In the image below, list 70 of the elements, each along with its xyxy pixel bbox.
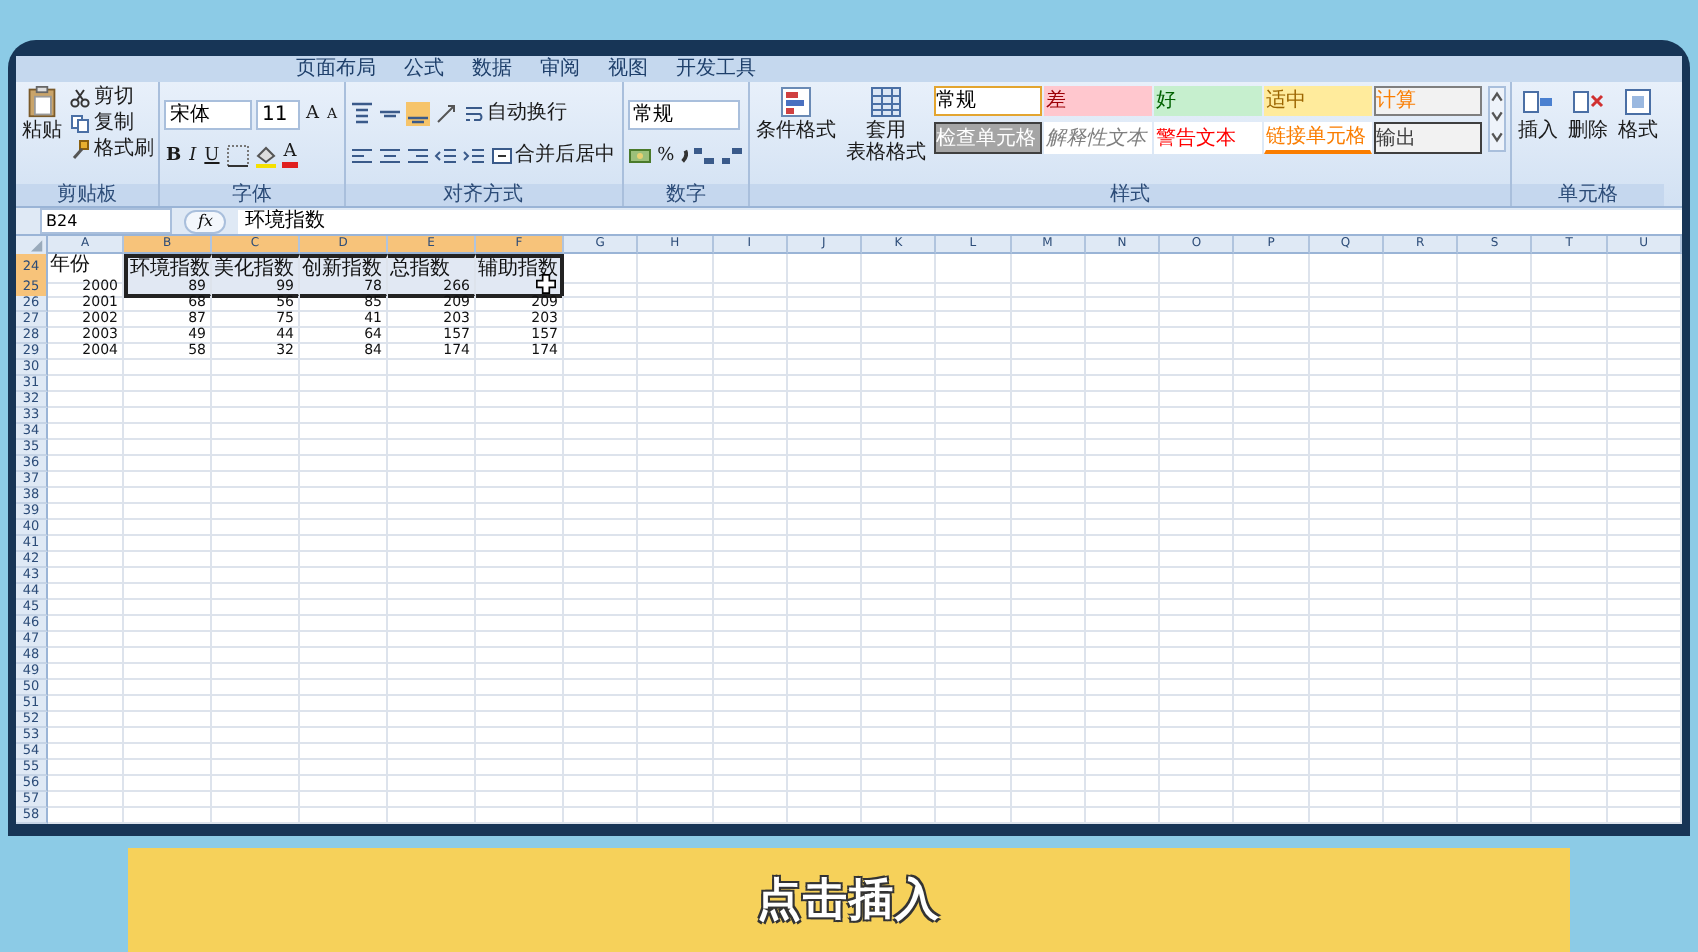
cell-style-swatch[interactable]: 解释性文本 xyxy=(1044,122,1153,154)
format-as-table-button[interactable]: 套用 表格格式 xyxy=(844,86,929,164)
ribbon-tab[interactable]: 页面布局 xyxy=(296,57,376,81)
cell-style-swatch[interactable]: 好 xyxy=(1154,86,1263,116)
group-label: 数字 xyxy=(623,184,749,206)
format-button[interactable]: 格式 xyxy=(1616,86,1661,142)
merge-cells-icon xyxy=(491,146,512,166)
cell-style-swatch[interactable]: 输出 xyxy=(1374,122,1483,154)
name-box[interactable]: B24 xyxy=(40,208,172,234)
group-label: 字体 xyxy=(160,184,344,206)
wrap-text-icon xyxy=(463,104,484,124)
merge-center-button[interactable]: 合并后居中 xyxy=(489,144,618,168)
cursor-icon xyxy=(536,274,556,294)
gallery-scrollbar[interactable] xyxy=(1488,86,1507,152)
number-format-field[interactable]: 常规 xyxy=(627,99,740,129)
bold-button[interactable]: B xyxy=(164,144,184,168)
font-size-field[interactable]: 11 xyxy=(256,99,300,129)
copy-button[interactable]: 复制 xyxy=(70,112,154,136)
conditional-format-button[interactable]: 条件格式 xyxy=(754,86,839,142)
clipboard-icon xyxy=(26,86,58,118)
cut-button[interactable]: 剪切 xyxy=(70,86,154,110)
percent-button[interactable]: % xyxy=(655,144,677,168)
scroll-arrows-icon xyxy=(1490,88,1505,146)
cell-style-swatch[interactable]: 常规 xyxy=(934,86,1043,116)
group-label: 样式 xyxy=(750,184,1511,206)
ribbon-tab[interactable]: 视图 xyxy=(608,57,648,81)
paste-button[interactable]: 粘贴 xyxy=(20,86,64,142)
format-painter-button[interactable]: 格式刷 xyxy=(70,138,154,162)
decrease-indent-icon xyxy=(433,144,458,168)
wrap-text-button[interactable]: 自动换行 xyxy=(461,102,570,126)
cell-style-swatch[interactable]: 警告文本 xyxy=(1154,122,1263,154)
scissors-icon xyxy=(70,88,90,108)
ribbon-tab[interactable]: 审阅 xyxy=(540,57,580,81)
text-angle-icon xyxy=(433,102,458,126)
increase-indent-icon xyxy=(461,144,486,168)
group-label: 单元格 xyxy=(1512,184,1665,206)
align-top-icon xyxy=(349,102,374,126)
italic-button[interactable]: I xyxy=(187,144,199,168)
decrease-decimal-icon xyxy=(720,144,745,168)
caption-text: 点击插入 xyxy=(757,874,941,930)
currency-icon xyxy=(627,144,652,168)
delete-cells-icon xyxy=(1572,86,1605,118)
align-right-icon xyxy=(405,144,430,168)
cell-style-swatch[interactable]: 差 xyxy=(1044,86,1153,116)
cell-style-swatch[interactable]: 适中 xyxy=(1264,86,1373,116)
table-icon xyxy=(870,86,903,118)
ribbon-tab[interactable]: 开发工具 xyxy=(676,57,756,81)
font-color-button[interactable]: A xyxy=(281,144,299,168)
increase-decimal-icon xyxy=(692,144,717,168)
conditional-format-icon xyxy=(780,86,813,118)
copy-icon xyxy=(70,114,90,134)
align-bottom-icon xyxy=(405,102,430,126)
border-icon xyxy=(225,144,250,168)
brush-icon xyxy=(70,140,90,160)
underline-button[interactable]: U xyxy=(202,144,222,168)
align-center-icon xyxy=(377,144,402,168)
insert-button[interactable]: 插入 xyxy=(1516,86,1561,142)
insert-function-button[interactable]: fx xyxy=(184,209,227,233)
group-label: 对齐方式 xyxy=(345,184,622,206)
ribbon-tab[interactable]: 数据 xyxy=(472,57,512,81)
insert-cells-icon xyxy=(1522,86,1555,118)
comma-icon xyxy=(680,148,689,164)
delete-button[interactable]: 删除 xyxy=(1566,86,1611,142)
formula-field[interactable]: 环境指数 xyxy=(238,209,1682,233)
fill-bucket-icon xyxy=(253,144,278,168)
grow-font-button[interactable]: A xyxy=(304,102,321,126)
ribbon-tab[interactable]: 公式 xyxy=(404,57,444,81)
group-label: 剪贴板 xyxy=(16,184,158,206)
font-name-field[interactable]: 宋体 xyxy=(164,99,252,129)
align-left-icon xyxy=(349,144,374,168)
